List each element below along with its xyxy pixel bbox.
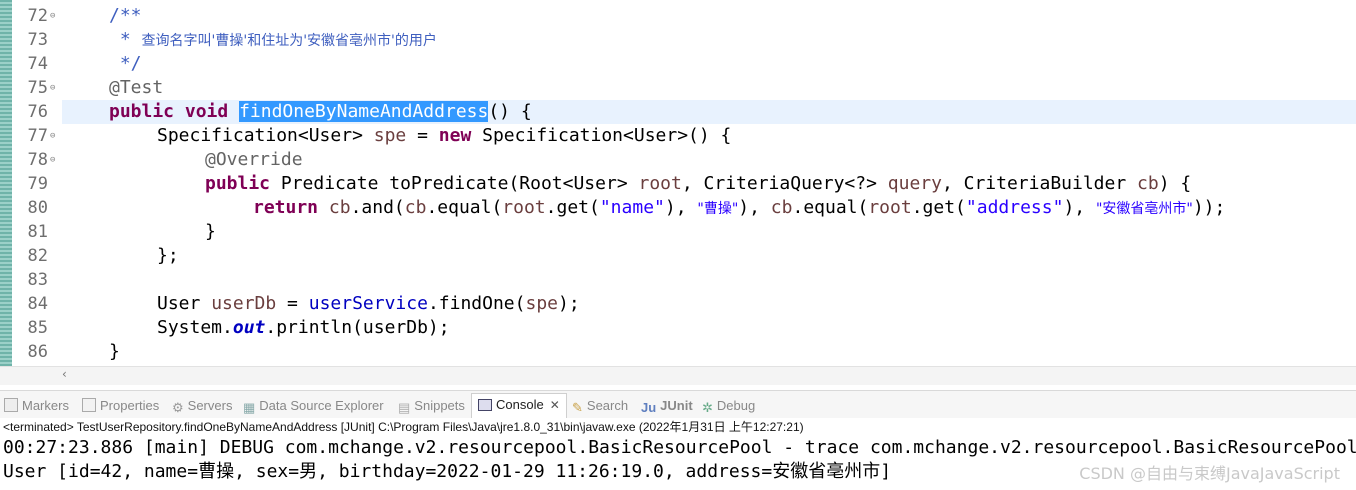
junit-icon: Ju [641,400,657,415]
code-line-78: @Override [205,149,303,170]
markers-icon [4,398,18,412]
line-number: 80 [27,198,48,218]
overview-ruler [0,0,12,366]
console-status-line: <terminated> TestUserRepository.findOneB… [0,418,1356,437]
code-editor[interactable]: 72 73 74 75 76 77 78 79 80 81 82 83 84 8… [0,0,1356,366]
code-line-85: System.out.println(userDb); [157,317,450,338]
tab-debug[interactable]: ✲ Debug [702,395,755,417]
selected-method-name: findOneByNameAndAddress [239,101,489,122]
code-line-86: } [109,341,120,362]
line-number: 73 [27,30,48,50]
tab-data-source-explorer[interactable]: ▦ Data Source Explorer [243,395,384,417]
watermark: CSDN @自由与束缚JavaJavaScript [1079,464,1340,483]
line-number: 85 [27,318,48,338]
console-line: User [id=42, name=曹操, sex=男, birthday=20… [3,461,892,482]
line-number: 83 [27,270,48,290]
code-line-82: }; [157,245,179,266]
tab-servers[interactable]: ⚙ Servers [172,395,232,417]
snippets-icon: ▤ [398,400,411,415]
fold-toggle-icon[interactable]: ⊖ [50,124,55,148]
code-line-73: * 查询名字叫'曹操'和住址为'安徽省亳州市'的用户 [109,29,437,50]
line-number: 81 [27,222,48,242]
console-icon [478,399,492,411]
code-line-74: */ [109,53,142,74]
tab-junit[interactable]: Ju JUnit [641,395,693,417]
bottom-panel-tabs: Markers Properties ⚙ Servers ▦ Data Source… [0,390,1356,420]
code-line-72: /** [109,5,142,26]
code-line-79: public Predicate toPredicate(Root<User> … [205,173,1192,194]
tab-snippets[interactable]: ▤ Snippets [398,395,465,417]
fold-toggle-icon[interactable]: ⊖ [50,76,55,100]
tab-properties[interactable]: Properties [82,395,159,417]
line-number: 72 [27,6,48,26]
code-line-84: User userDb = userService.findOne(spe); [157,293,580,314]
tab-markers[interactable]: Markers [4,395,69,417]
code-line-75: @Test [109,77,164,98]
code-line-80: return cb.and(cb.equal(root.get("name"),… [253,197,1226,218]
line-number: 75 [27,78,48,98]
tab-search[interactable]: ✎ Search [572,395,628,417]
search-icon: ✎ [572,400,583,415]
code-line-77: Specification<User> spe = new Specificat… [157,125,732,146]
code-line-76: public void findOneByNameAndAddress() { [109,101,532,122]
line-number: 79 [27,174,48,194]
servers-icon: ⚙ [172,400,184,415]
tab-console[interactable]: Console ✕ [471,393,567,420]
properties-icon [82,398,96,412]
line-number: 86 [27,342,48,362]
line-number: 77 [27,126,48,146]
scroll-left-icon[interactable]: ‹ [62,367,67,381]
line-number: 74 [27,54,48,74]
fold-toggle-icon[interactable]: ⊖ [50,4,55,28]
data-source-icon: ▦ [243,400,256,415]
close-icon[interactable]: ✕ [550,398,560,412]
horizontal-scrollbar[interactable]: ‹ [0,366,1356,385]
fold-toggle-icon[interactable]: ⊖ [50,148,55,172]
line-number: 82 [27,246,48,266]
console-line: 00:27:23.886 [main] DEBUG com.mchange.v2… [3,437,1356,458]
line-number: 78 [27,150,48,170]
debug-icon: ✲ [702,400,713,415]
line-number: 76 [27,102,48,122]
line-number: 84 [27,294,48,314]
code-line-81: } [205,221,216,242]
